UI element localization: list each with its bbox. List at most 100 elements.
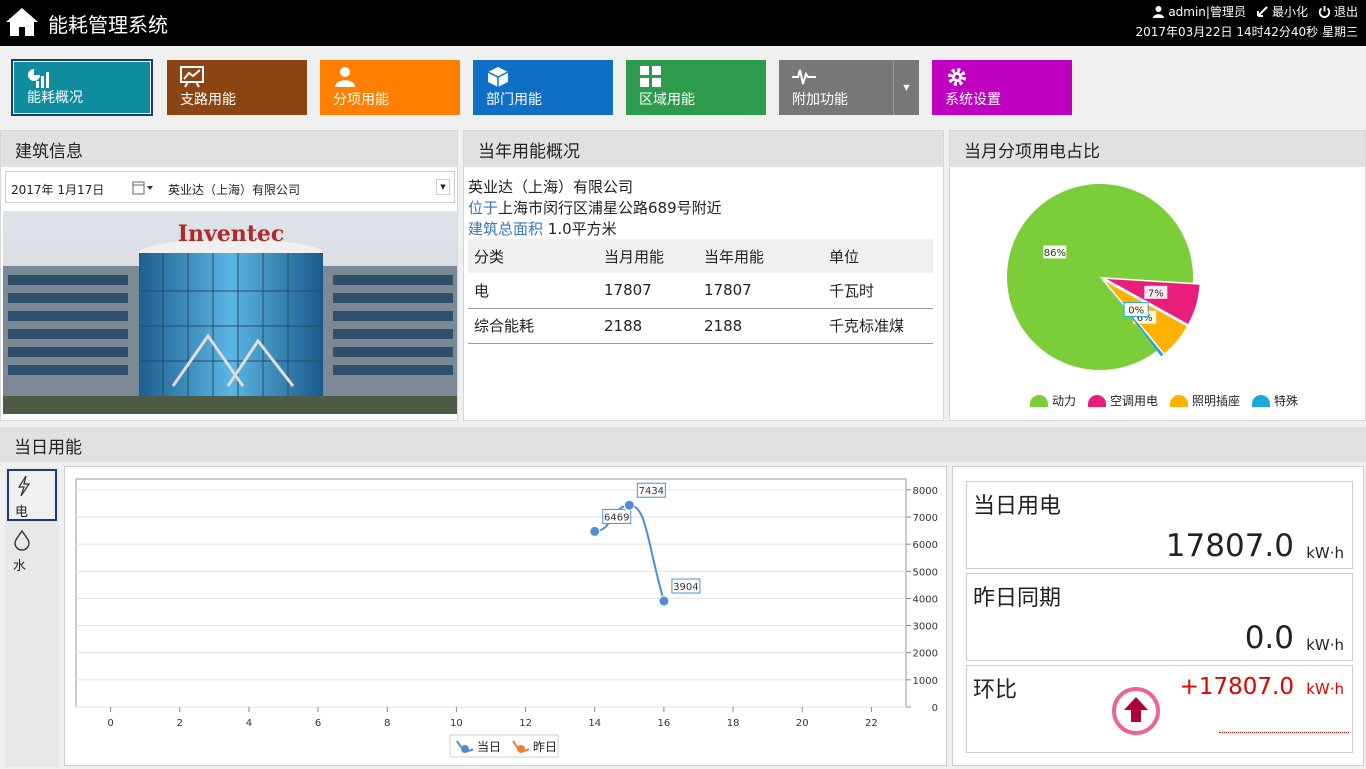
nav-extra[interactable]: 附加功能 ▼ — [779, 60, 919, 115]
branch-chart-icon — [180, 66, 204, 88]
tab-water[interactable]: 水 — [7, 525, 57, 577]
nav-label: 部门用能 — [486, 92, 542, 108]
tab-electricity[interactable]: 电 — [7, 469, 57, 521]
kpi-today: 当日用电 17807.0 kW·h — [966, 481, 1353, 569]
location-value: 上海市闵行区浦星公路689号附近 — [498, 199, 722, 217]
main-nav: 能耗概况 支路用能 分项用能 部门用能 区域用能 附加功能 ▼ 系统设置 — [11, 58, 1352, 118]
x-tick-label: 0 — [107, 718, 113, 729]
nav-label: 附加功能 — [792, 92, 848, 108]
company-select[interactable]: 英业达（上海）有限公司 — [168, 181, 300, 198]
column-header: 分类 — [468, 239, 598, 273]
nav-region[interactable]: 区域用能 — [626, 60, 766, 115]
location-line: 位于上海市闵行区浦星公路689号附近 — [468, 198, 722, 219]
nav-settings[interactable]: 系统设置 — [932, 60, 1072, 115]
y-tick-label: 5000 — [913, 567, 938, 578]
daily-chart-panel: 0 1000 2000 3000 4000 5000 6000 7000 8000 0 2 4 6 8 10… — [64, 466, 947, 766]
svg-text:7%: 7% — [1148, 288, 1164, 299]
panel-title: 当年用能概况 — [464, 131, 943, 167]
legend-item[interactable]: 照明插座 — [1170, 392, 1240, 409]
date-company-selector[interactable]: 2017年 1月17日 英业达（上海）有限公司 ▼ — [5, 171, 455, 203]
y-tick-label: 7000 — [913, 513, 938, 524]
grid-icon — [640, 66, 661, 87]
nav-overview[interactable]: 能耗概况 — [11, 59, 153, 116]
tab-label: 电 — [15, 505, 29, 520]
user-icon — [1153, 6, 1165, 18]
person-icon — [335, 67, 355, 87]
svg-text:3904: 3904 — [673, 582, 698, 593]
legend-item[interactable]: 特殊 — [1252, 392, 1298, 409]
calendar-icon[interactable] — [132, 181, 154, 195]
energy-type-tabs: 电 水 — [5, 467, 59, 767]
date-field[interactable]: 2017年 1月17日 — [11, 181, 104, 198]
data-point[interactable] — [623, 499, 635, 511]
table-row: 综合能耗 2188 2188 千克标准煤 — [468, 308, 933, 344]
area-label: 建筑总面积 — [468, 220, 544, 238]
daily-section-title: 当日用能 — [0, 427, 1366, 462]
kpi-panel: 当日用电 17807.0 kW·h 昨日同期 0.0 kW·h 环比 +1780… — [952, 466, 1364, 766]
kpi-value: 0.0 — [1244, 620, 1294, 656]
svg-text:7434: 7434 — [639, 486, 664, 497]
table-cell: 电 — [468, 273, 598, 309]
data-point[interactable] — [658, 595, 670, 607]
home-icon[interactable] — [4, 5, 40, 39]
y-tick-label: 4000 — [913, 594, 938, 605]
chevron-down-icon[interactable]: ▼ — [436, 179, 450, 195]
pie-chart: 86%7%6%0% — [1007, 184, 1200, 370]
y-tick-label: 1000 — [913, 676, 938, 687]
user-account[interactable]: admin|管理员 — [1152, 3, 1246, 20]
svg-text:0%: 0% — [1128, 306, 1144, 317]
x-tick-label: 8 — [384, 718, 390, 729]
column-header: 单位 — [823, 239, 933, 273]
kpi-ratio: 环比 +17807.0 kW·h — [966, 665, 1353, 753]
company-sign: Inventec — [178, 221, 285, 247]
y-tick-label: 2000 — [913, 649, 938, 660]
x-tick-label: 18 — [727, 718, 740, 729]
y-tick-label: 6000 — [913, 540, 938, 551]
logout-button[interactable]: 退出 — [1318, 3, 1358, 20]
location-label: 位于 — [468, 199, 499, 217]
x-tick-label: 2 — [177, 718, 183, 729]
kpi-title: 当日用电 — [973, 494, 1062, 519]
legend-label: 照明插座 — [1192, 394, 1241, 408]
kpi-value: 17807.0 — [1165, 528, 1294, 564]
nav-label: 能耗概况 — [27, 90, 83, 106]
column-header: 当年用能 — [698, 239, 823, 273]
arrow-up-icon — [1112, 687, 1160, 735]
user-area: admin|管理员 最小化 退出 2017年03月22日 14时42分40秒 星… — [1135, 3, 1358, 40]
data-label: 6469 — [602, 508, 632, 524]
panel-title: 当月分项用电占比 — [950, 131, 1365, 167]
chevron-down-icon[interactable]: ▼ — [893, 60, 919, 115]
nav-label: 支路用能 — [180, 92, 236, 108]
kpi-unit: kW·h — [1306, 544, 1344, 562]
pie-data-label: 0% — [1123, 302, 1149, 318]
data-point[interactable] — [589, 525, 601, 537]
table-row: 电 17807 17807 千瓦时 — [468, 273, 933, 309]
x-tick-label: 14 — [588, 718, 601, 729]
y-tick-label: 3000 — [913, 622, 938, 633]
y-tick-label: 0 — [932, 703, 938, 714]
top-bar: 能耗管理系统 admin|管理员 最小化 退出 2017年03月22日 14时4… — [0, 0, 1366, 46]
table-cell: 2188 — [598, 308, 698, 344]
legend-item[interactable]: 动力 — [1030, 392, 1076, 409]
table-cell: 17807 — [598, 273, 698, 309]
pie-data-label: 86% — [1042, 244, 1068, 260]
nav-label: 分项用能 — [333, 92, 389, 108]
kpi-title: 昨日同期 — [973, 586, 1062, 611]
minimize-button[interactable]: 最小化 — [1256, 3, 1308, 20]
nav-department[interactable]: 部门用能 — [473, 60, 613, 115]
nav-subitem[interactable]: 分项用能 — [320, 60, 460, 115]
company-name: 英业达（上海）有限公司 — [468, 178, 634, 196]
power-icon — [1318, 6, 1331, 18]
gear-icon — [948, 68, 966, 86]
x-tick-label: 6 — [315, 718, 321, 729]
pie-data-label: 7% — [1143, 284, 1169, 300]
tab-label: 水 — [13, 559, 27, 574]
legend-item[interactable]: 空调用电 — [1088, 392, 1158, 409]
table-cell: 千克标准煤 — [823, 308, 933, 344]
nav-branch[interactable]: 支路用能 — [167, 60, 307, 115]
data-label: 7434 — [636, 482, 666, 498]
legend-swatch — [1088, 394, 1107, 407]
legend-label: 空调用电 — [1110, 394, 1159, 408]
x-tick-label: 20 — [796, 718, 809, 729]
minimize-icon — [1256, 6, 1268, 17]
